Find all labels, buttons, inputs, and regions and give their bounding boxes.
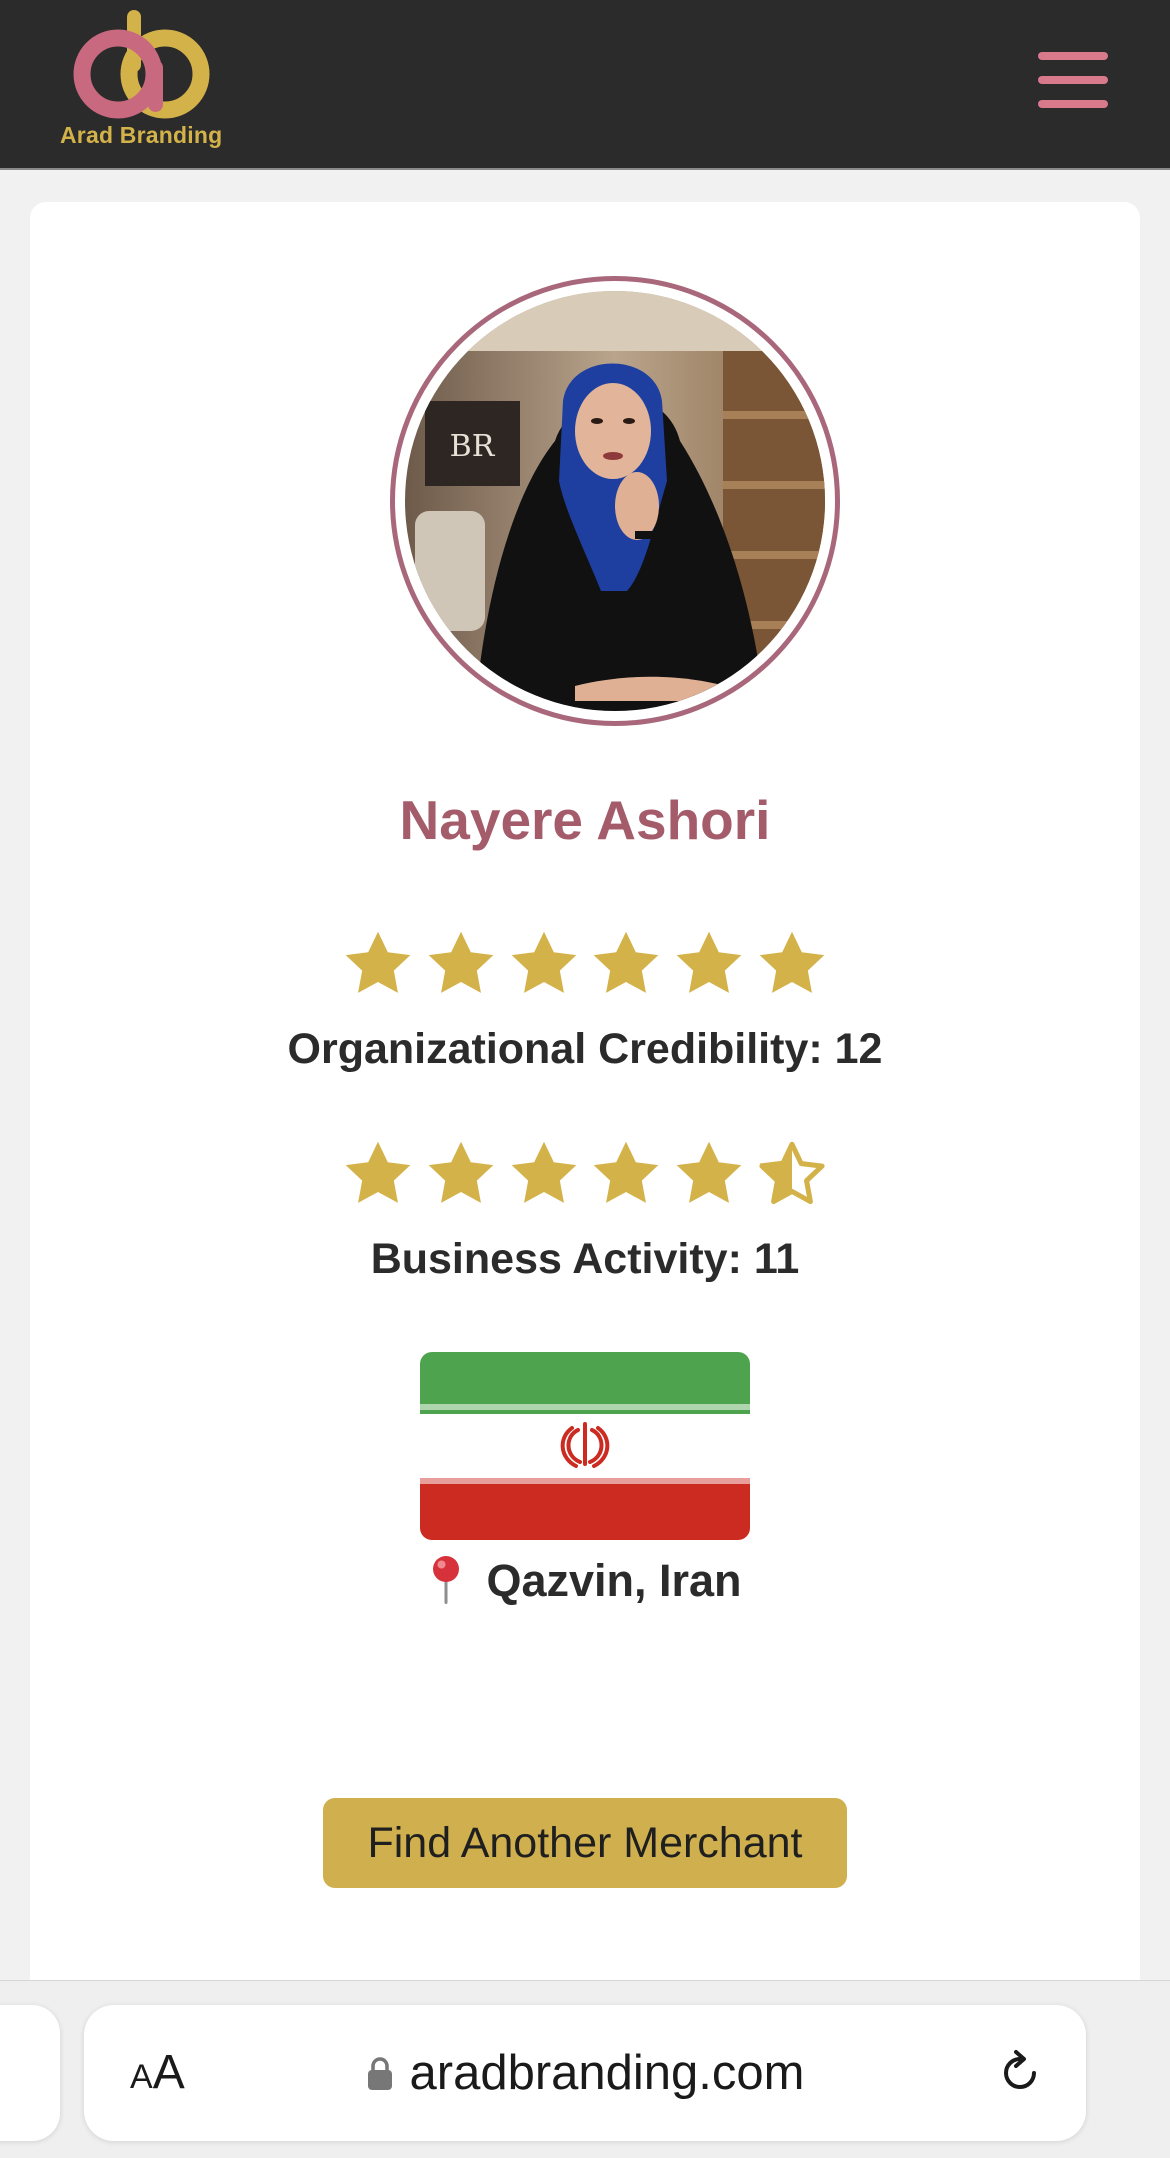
star-full-icon: [676, 1141, 742, 1203]
reload-icon[interactable]: [992, 2045, 1048, 2101]
logo-text: Arad Branding: [60, 122, 223, 148]
menu-line: [1038, 52, 1108, 60]
star-full-icon: [676, 931, 742, 993]
avatar-frame: BR: [390, 276, 840, 726]
url-text: aradbranding.com: [409, 2046, 805, 2100]
logo-mark-icon: [73, 10, 210, 119]
hamburger-menu-icon[interactable]: [1035, 46, 1111, 118]
url-display[interactable]: aradbranding.com: [84, 2043, 1086, 2103]
merchant-name: Nayere Ashori: [399, 789, 771, 851]
menu-line: [1038, 76, 1108, 84]
avatar: BR: [405, 291, 825, 711]
merchant-location: Qazvin, Iran: [30, 1554, 1140, 1607]
iran-flag-icon: [420, 1352, 750, 1540]
credibility-stars: [340, 926, 830, 1006]
profile-photo: BR: [405, 291, 825, 711]
star-full-icon: [428, 931, 494, 993]
arad-branding-logo[interactable]: Arad Branding: [58, 8, 228, 153]
flag-graphic: [420, 1352, 750, 1540]
find-another-merchant-button[interactable]: Find Another Merchant: [323, 1798, 847, 1888]
star-half-icon: [759, 1141, 825, 1205]
browser-toolbar: AA aradbranding.com: [0, 1980, 1170, 2158]
lock-icon: [367, 2057, 392, 2090]
credibility-label: Organizational Credibility: 12: [287, 1025, 883, 1073]
site-header: Arad Branding: [0, 0, 1170, 170]
business-activity-stars: [340, 1136, 830, 1216]
business-activity-label: Business Activity: 11: [370, 1235, 800, 1283]
star-full-icon: [594, 931, 659, 993]
star-full-icon: [345, 1141, 411, 1203]
star-full-icon: [511, 1141, 576, 1203]
previous-tab-preview[interactable]: [0, 2005, 60, 2141]
star-full-icon: [594, 1141, 659, 1203]
address-bar[interactable]: AA aradbranding.com: [84, 2005, 1086, 2141]
star-full-icon: [759, 931, 825, 993]
location-text: Qazvin, Iran: [486, 1555, 742, 1606]
location-pin-icon: [433, 1556, 460, 1604]
star-full-icon: [345, 931, 411, 993]
svg-text:BR: BR: [450, 429, 496, 464]
star-full-icon: [428, 1141, 494, 1203]
merchant-card: BR Nayere Ashori Organizational Credibil…: [30, 202, 1140, 2002]
star-full-icon: [511, 931, 576, 993]
menu-line: [1038, 100, 1108, 108]
